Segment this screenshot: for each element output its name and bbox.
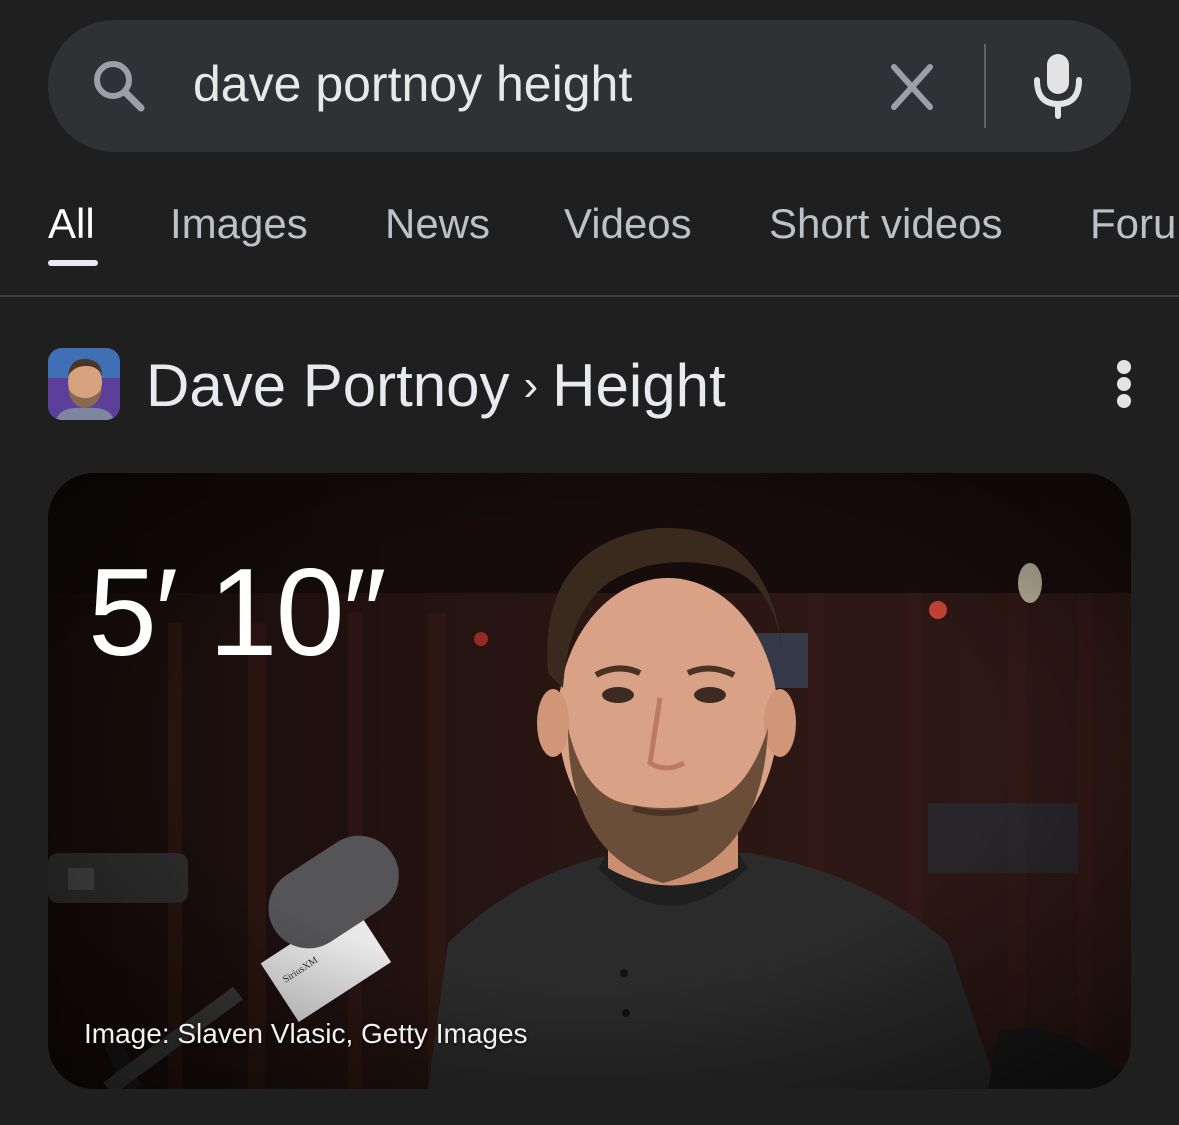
attribute-name: Height — [552, 352, 726, 419]
tab-all[interactable]: All — [48, 198, 95, 250]
tab-forums[interactable]: Foru — [1090, 198, 1176, 250]
tabs-divider — [0, 295, 1179, 297]
mic-icon[interactable] — [1028, 50, 1088, 122]
active-tab-indicator — [48, 260, 98, 266]
image-credit: Image: Slaven Vlasic, Getty Images — [84, 1018, 528, 1049]
entity-name[interactable]: Dave Portnoy — [146, 352, 510, 419]
more-vert-icon[interactable] — [1106, 356, 1146, 412]
search-icon[interactable] — [88, 56, 148, 116]
close-icon[interactable] — [880, 58, 944, 116]
search-tabs: All Images News Videos Short videos Foru — [0, 180, 1179, 296]
tab-videos[interactable]: Videos — [564, 198, 692, 250]
entity-avatar[interactable] — [48, 348, 120, 420]
entity-breadcrumb: Dave Portnoy › Height — [146, 353, 726, 425]
search-input[interactable]: dave portnoy height — [193, 52, 632, 116]
tab-images[interactable]: Images — [170, 198, 308, 250]
height-answer: 5′ 10″ — [88, 544, 386, 682]
tab-news[interactable]: News — [385, 198, 490, 250]
tab-short-videos[interactable]: Short videos — [769, 198, 1002, 250]
breadcrumb-separator: › — [523, 361, 539, 410]
height-answer-card[interactable]: SiriusXM 5′ 10″ Image: Slaven Vlasic, Ge… — [48, 473, 1131, 1089]
search-divider — [984, 44, 986, 128]
